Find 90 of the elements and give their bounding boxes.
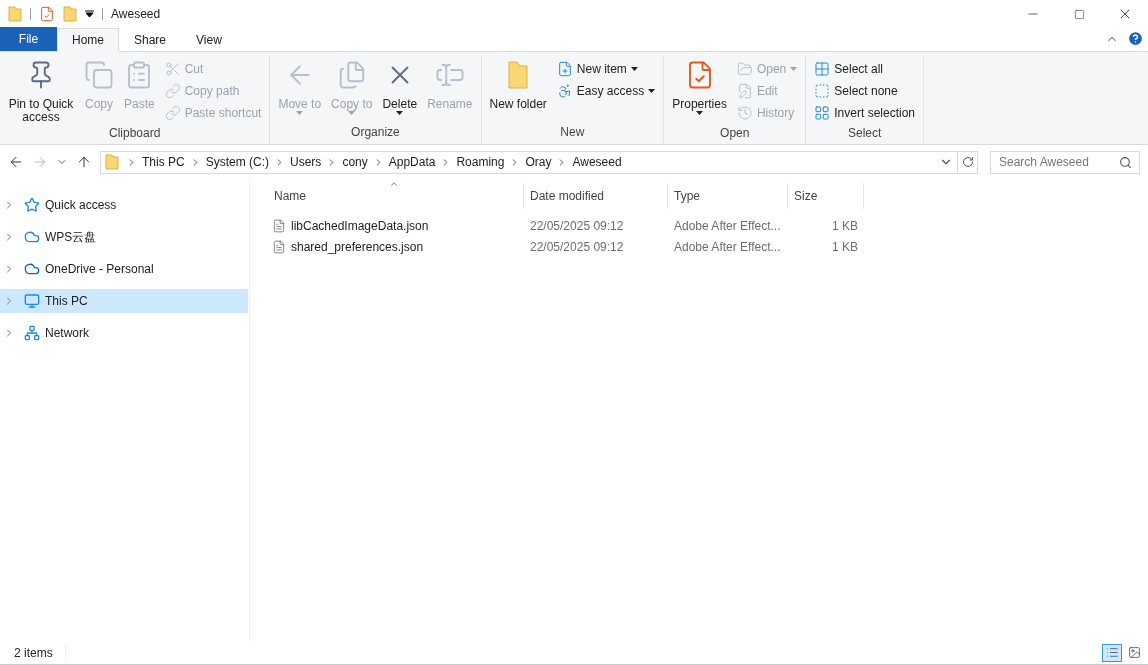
star-icon xyxy=(24,197,40,213)
nav-item[interactable]: OneDrive - Personal xyxy=(0,257,248,281)
address-bar[interactable]: This PC System (C:) Users cony AppData Roaming Oray Aweseed xyxy=(100,150,978,174)
file-tab[interactable]: File xyxy=(0,27,57,51)
history-icon xyxy=(736,105,753,121)
search-field[interactable]: Search Aweseed xyxy=(990,150,1140,174)
scissors-icon xyxy=(164,61,181,77)
ribbon-button[interactable]: Pin to Quick access xyxy=(4,56,78,124)
dashed-square-icon xyxy=(814,83,831,99)
cloud-icon xyxy=(24,229,40,245)
maximize-icon xyxy=(1073,8,1085,20)
folder-icon xyxy=(736,61,753,77)
item-count: 2 items xyxy=(0,643,66,662)
column-header[interactable]: Name xyxy=(268,183,524,209)
refresh-icon[interactable] xyxy=(961,156,974,168)
cloud-icon xyxy=(24,261,40,277)
nav-item[interactable]: Network xyxy=(0,321,248,345)
help-icon[interactable] xyxy=(1127,30,1144,47)
network-icon xyxy=(24,325,40,341)
ribbon-tab[interactable]: View xyxy=(181,28,237,52)
ribbon-tab[interactable]: Share xyxy=(119,28,182,52)
forward-icon[interactable] xyxy=(32,154,48,170)
grid-icon xyxy=(814,105,831,121)
breadcrumb-item[interactable]: Oray xyxy=(523,153,554,171)
breadcrumb-item[interactable]: System (C:) xyxy=(203,153,272,171)
folder-icon xyxy=(105,154,119,170)
type-cell-text: Adobe After Effect... xyxy=(673,217,782,235)
file-name[interactable]: libCachedImageData.json xyxy=(291,216,429,235)
list-icon xyxy=(1105,646,1119,659)
group-label: Select xyxy=(846,125,883,142)
caret-icon xyxy=(348,111,356,115)
ribbon-tab[interactable]: Home xyxy=(57,28,119,52)
ribbon-button[interactable]: Invert selection xyxy=(810,102,919,124)
column-header[interactable]: Size xyxy=(788,183,864,209)
link-icon xyxy=(164,105,181,121)
breadcrumb-item[interactable]: Roaming xyxy=(454,153,507,171)
sort-icon xyxy=(389,179,399,189)
size-cell-text: 1 KB xyxy=(831,217,859,235)
window-title: Aweseed xyxy=(111,6,161,23)
accessibility-icon xyxy=(556,83,573,99)
nav-item[interactable]: WPS云盘 xyxy=(0,225,248,249)
monitor-icon xyxy=(24,293,40,309)
nav-item[interactable]: Quick access xyxy=(0,193,248,217)
date-cell-text: 22/05/2025 09:12 xyxy=(529,238,625,256)
folder-icon xyxy=(8,6,22,22)
copy-icon xyxy=(84,60,114,90)
ribbon-button[interactable]: Properties xyxy=(668,56,731,115)
group-label: New xyxy=(559,124,586,141)
size-cell-text: 1 KB xyxy=(831,238,859,256)
back-icon[interactable] xyxy=(8,154,24,170)
breadcrumb-item[interactable]: cony xyxy=(340,153,370,171)
ribbon-button[interactable]: Easy access xyxy=(552,80,660,102)
ribbon-button[interactable]: Select none xyxy=(810,80,919,102)
caret-icon xyxy=(648,89,656,93)
edit-icon xyxy=(736,83,753,99)
breadcrumb-item[interactable]: AppData xyxy=(386,153,438,171)
group-label: Organize xyxy=(350,124,401,141)
nav-item[interactable]: This PC xyxy=(0,289,248,313)
file-name[interactable]: shared_preferences.json xyxy=(291,237,424,256)
image-icon xyxy=(1127,646,1141,659)
caret-icon xyxy=(396,111,404,115)
date-cell-text: 22/05/2025 09:12 xyxy=(529,217,625,235)
grid-icon xyxy=(814,61,831,77)
up-icon[interactable] xyxy=(76,154,92,170)
ribbon-button[interactable]: Select all xyxy=(810,58,919,80)
caret-icon xyxy=(696,111,704,115)
caret-icon xyxy=(790,67,798,71)
caret-icon xyxy=(296,111,304,115)
file-icon xyxy=(272,218,286,233)
group-label: Clipboard xyxy=(108,125,162,142)
column-header[interactable]: Date modified xyxy=(524,183,668,209)
column-header[interactable]: Type xyxy=(668,183,788,209)
breadcrumb-item[interactable]: Aweseed xyxy=(570,153,624,171)
breadcrumb-item[interactable]: Users xyxy=(288,153,324,171)
caret-icon xyxy=(630,67,638,71)
ribbon-button[interactable]: Delete xyxy=(378,56,422,115)
document-check-icon[interactable] xyxy=(39,6,55,22)
breadcrumb-item[interactable]: This PC xyxy=(140,153,187,171)
link-icon xyxy=(164,83,181,99)
type-cell-text: Adobe After Effect... xyxy=(673,238,782,256)
folder-icon xyxy=(507,60,530,90)
file-icon xyxy=(272,239,286,254)
new-file-icon xyxy=(556,61,573,77)
search-icon xyxy=(1119,155,1132,169)
folder-icon[interactable] xyxy=(63,6,77,22)
details-view-button[interactable] xyxy=(1102,643,1122,662)
ribbon-button[interactable]: New folder xyxy=(485,56,551,111)
ribbon-button[interactable]: New item xyxy=(552,58,660,80)
dropdown-icon[interactable] xyxy=(85,10,94,18)
group-label: Open xyxy=(719,125,751,142)
